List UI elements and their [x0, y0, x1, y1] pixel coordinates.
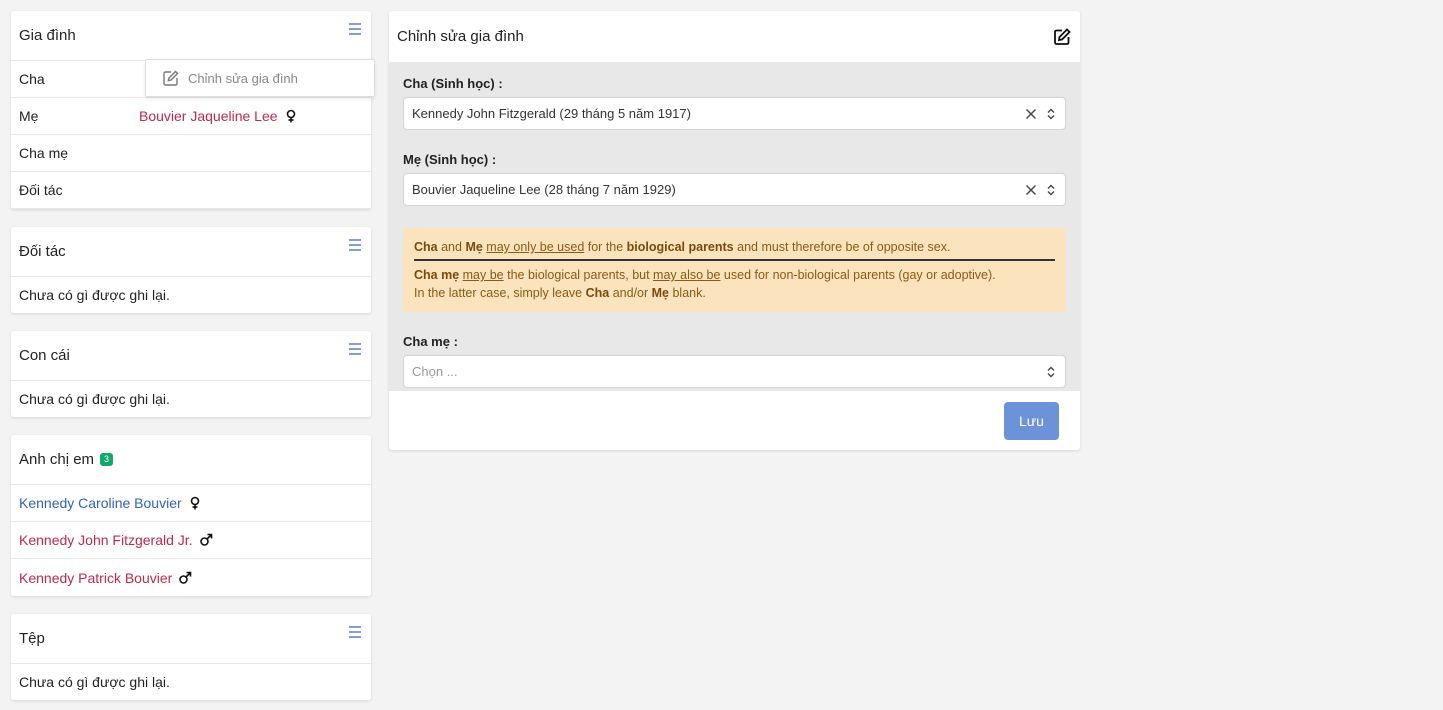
notice-bold: Mẹ — [465, 240, 483, 254]
notice-line-2: Cha mẹ may be the biological parents, bu… — [414, 266, 1055, 284]
chevron-updown-icon[interactable] — [1045, 184, 1057, 196]
mother-link[interactable]: Bouvier Jaqueline Lee — [139, 108, 278, 124]
sibling-link[interactable]: Kennedy Patrick Bouvier — [19, 570, 172, 586]
siblings-card-header: Anh chị em 3 — [11, 435, 371, 485]
menu-icon[interactable] — [347, 21, 363, 37]
father-select[interactable]: Kennedy John Fitzgerald (29 tháng 5 năm … — [403, 97, 1066, 130]
row-label: Mẹ — [19, 108, 39, 124]
parents-select[interactable]: Chọn ... — [403, 355, 1066, 388]
edit-panel-footer: Lưu — [389, 391, 1080, 450]
row-label: Cha mẹ — [19, 145, 69, 161]
clear-icon[interactable] — [1025, 184, 1037, 196]
edit-family-menu-item[interactable]: Chỉnh sửa gia đình — [145, 59, 375, 97]
files-card-title: Tệp — [19, 630, 45, 647]
family-card: Gia đình Cha Mẹ Bouvier Jaqueline Lee Ch… — [11, 11, 375, 209]
chevron-updown-icon[interactable] — [1045, 366, 1057, 378]
chevron-updown-icon[interactable] — [1045, 108, 1057, 120]
edit-panel-body: Cha (Sinh học) : Kennedy John Fitzgerald… — [389, 62, 1080, 391]
female-icon — [190, 496, 199, 510]
family-row-partners: Đối tác — [11, 172, 371, 209]
edit-icon — [163, 70, 179, 86]
sibling-link[interactable]: Kennedy John Fitzgerald Jr. — [19, 532, 193, 548]
notice-underline: may be — [462, 268, 504, 282]
list-item: Kennedy John Fitzgerald Jr. — [11, 522, 371, 559]
notice-text: and — [437, 240, 466, 254]
family-card-title: Gia đình — [19, 27, 76, 44]
notice-bold: Cha — [414, 240, 438, 254]
files-card: Tệp Chưa có gì được ghi lại. — [11, 614, 371, 700]
male-icon — [179, 571, 192, 584]
notice-bold: Cha mẹ — [414, 268, 460, 282]
row-label: Cha — [19, 71, 45, 87]
notice-line-1: Cha and Mẹ may only be used for the biol… — [414, 238, 1055, 261]
family-row-parents: Cha mẹ — [11, 135, 371, 172]
notice-text: blank. — [669, 286, 706, 300]
notice-text: and/or — [609, 286, 652, 300]
notice-bold: biological parents — [626, 240, 734, 254]
edit-icon[interactable] — [1052, 27, 1072, 47]
male-icon — [199, 533, 212, 546]
children-card-header: Con cái — [11, 331, 371, 381]
female-icon — [286, 109, 295, 123]
father-field-label: Cha (Sinh học) : — [403, 76, 503, 91]
children-card-title: Con cái — [19, 347, 70, 364]
notice-bold: Cha — [585, 286, 610, 300]
row-label: Đối tác — [19, 182, 63, 198]
notice-underline: may only be used — [486, 240, 585, 254]
parents-select-placeholder: Chọn ... — [412, 364, 458, 379]
siblings-card: Anh chị em 3 Kennedy Caroline Bouvier Ke… — [11, 435, 371, 596]
empty-message: Chưa có gì được ghi lại. — [19, 391, 170, 407]
edit-panel-header: Chỉnh sửa gia đình — [389, 11, 1080, 62]
edit-family-label: Chỉnh sửa gia đình — [188, 70, 298, 86]
sibling-link[interactable]: Kennedy Caroline Bouvier — [19, 495, 182, 511]
empty-message: Chưa có gì được ghi lại. — [19, 674, 170, 690]
mother-field-label: Mẹ (Sinh học) : — [403, 152, 497, 167]
partners-card: Đối tác Chưa có gì được ghi lại. — [11, 227, 371, 313]
partners-card-header: Đối tác — [11, 227, 371, 277]
edit-panel-title: Chỉnh sửa gia đình — [397, 28, 524, 45]
files-card-header: Tệp — [11, 614, 371, 664]
notice-bold: Mẹ — [651, 286, 669, 300]
children-card: Con cái Chưa có gì được ghi lại. — [11, 331, 371, 417]
save-button[interactable]: Lưu — [1004, 401, 1059, 440]
partners-card-title: Đối tác — [19, 243, 66, 260]
siblings-count-badge: 3 — [100, 453, 114, 466]
empty-message: Chưa có gì được ghi lại. — [19, 287, 170, 303]
clear-icon[interactable] — [1025, 108, 1037, 120]
mother-select-value: Bouvier Jaqueline Lee (28 tháng 7 năm 19… — [412, 182, 676, 197]
family-card-header: Gia đình — [11, 11, 371, 61]
notice-text: and must therefore be of opposite sex. — [733, 240, 951, 254]
mother-select[interactable]: Bouvier Jaqueline Lee (28 tháng 7 năm 19… — [403, 173, 1066, 206]
siblings-title-text: Anh chị em — [19, 451, 95, 468]
notice-text: the biological parents, but — [503, 268, 654, 282]
list-item: Kennedy Patrick Bouvier — [11, 559, 371, 596]
notice-text: for the — [584, 240, 627, 254]
notice-underline: may also be — [653, 268, 721, 282]
notice-text: used for non-biological parents (gay or … — [720, 268, 996, 282]
menu-icon[interactable] — [347, 237, 363, 253]
family-row-mother: Mẹ Bouvier Jaqueline Lee — [11, 98, 371, 135]
notice-line-3: In the latter case, simply leave Cha and… — [414, 284, 1055, 302]
list-item: Kennedy Caroline Bouvier — [11, 485, 371, 522]
menu-icon[interactable] — [347, 341, 363, 357]
father-select-value: Kennedy John Fitzgerald (29 tháng 5 năm … — [412, 106, 691, 121]
edit-family-panel: Chỉnh sửa gia đình Cha (Sinh học) : Kenn… — [389, 11, 1080, 450]
parents-notice: Cha and Mẹ may only be used for the biol… — [403, 228, 1066, 312]
menu-icon[interactable] — [347, 624, 363, 640]
siblings-card-title: Anh chị em 3 — [19, 451, 114, 468]
parents-field-label: Cha mẹ : — [403, 334, 458, 349]
notice-text: In the latter case, simply leave — [414, 286, 586, 300]
